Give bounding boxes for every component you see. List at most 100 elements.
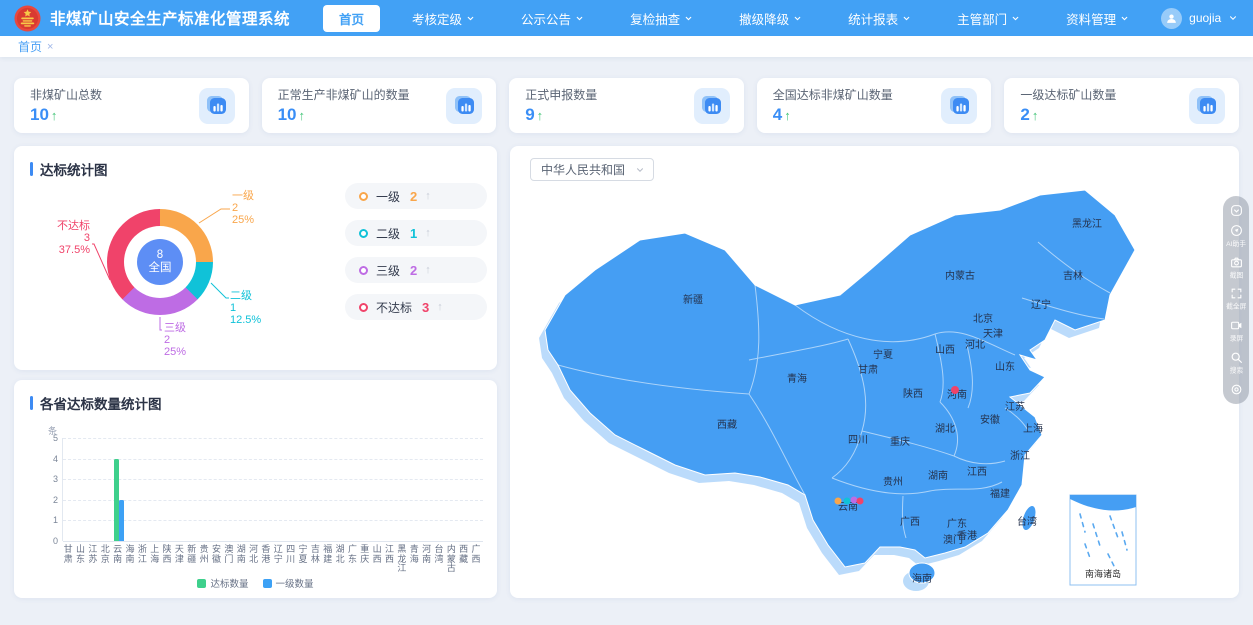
x-tick-label: 广西 bbox=[470, 545, 482, 574]
settings-icon bbox=[1230, 383, 1243, 396]
tab-close-icon[interactable]: × bbox=[47, 41, 53, 53]
map-label-province[interactable]: 天津 bbox=[983, 328, 1003, 340]
bar-legend-item-1[interactable]: 一级数量 bbox=[263, 576, 314, 590]
x-tick-label: 香港 bbox=[260, 545, 272, 574]
toolbar-item-AI助手[interactable]: AI助手 bbox=[1225, 224, 1247, 249]
map-label-province[interactable]: 贵州 bbox=[883, 475, 903, 488]
up-arrow-icon: ↑ bbox=[299, 108, 306, 123]
y-tick-label: 1 bbox=[40, 515, 58, 525]
nav-item-4[interactable]: 撤级降级 bbox=[725, 0, 816, 36]
national-emblem-logo bbox=[14, 5, 41, 32]
search-icon bbox=[1230, 351, 1243, 364]
toolbar-item-label: AI助手 bbox=[1226, 238, 1246, 248]
nav-item-label: 首页 bbox=[339, 9, 364, 28]
user-menu-chevron-icon[interactable] bbox=[1228, 13, 1238, 23]
map-label-province[interactable]: 陕西 bbox=[903, 387, 923, 400]
stat-icon-box bbox=[941, 88, 977, 124]
stat-card-2: 正式申报数量9↑ bbox=[509, 78, 744, 133]
china-map-card: 中华人民共和国 bbox=[510, 146, 1239, 598]
map-label-province[interactable]: 山东 bbox=[995, 360, 1015, 373]
x-tick-label: 天津 bbox=[173, 545, 185, 574]
legend-pill-0[interactable]: 一级2↑ bbox=[345, 183, 487, 209]
map-label-province[interactable]: 香港 bbox=[957, 530, 977, 542]
x-tick-label: 台湾 bbox=[433, 545, 445, 574]
nav-item-label: 公示公告 bbox=[521, 9, 571, 28]
toolbar-item-截全屏[interactable]: 截全屏 bbox=[1225, 287, 1248, 312]
map-label-province[interactable]: 青海 bbox=[787, 372, 807, 385]
stat-label: 正式申报数量 bbox=[525, 86, 597, 103]
nav-item-5[interactable]: 统计报表 bbox=[834, 0, 925, 36]
legend-pill-3[interactable]: 不达标3↑ bbox=[345, 294, 487, 320]
map-label-province[interactable]: 西藏 bbox=[717, 419, 737, 431]
map-label-province[interactable]: 北京 bbox=[973, 312, 993, 325]
legend-value: 2 bbox=[410, 263, 417, 278]
x-tick-label: 澳门 bbox=[223, 545, 235, 574]
mine-marker[interactable] bbox=[835, 498, 842, 505]
mine-marker[interactable] bbox=[857, 498, 864, 505]
map-label-province[interactable]: 福建 bbox=[990, 487, 1010, 500]
mine-marker[interactable] bbox=[844, 498, 851, 505]
x-tick-label: 河南 bbox=[420, 545, 432, 574]
map-label-province[interactable]: 浙江 bbox=[1010, 450, 1030, 462]
stat-value: 4 bbox=[773, 105, 782, 124]
fullscreen-capture-icon bbox=[1230, 287, 1243, 300]
china-map[interactable]: 南海诸岛 新疆西藏青海甘肃宁夏陕西山西河北北京天津山东河南江苏上海安徽湖北重庆四… bbox=[510, 146, 1239, 598]
map-label-province[interactable]: 广西 bbox=[900, 516, 920, 528]
map-label-province[interactable]: 上海 bbox=[1023, 422, 1043, 435]
map-label-province[interactable]: 内蒙古 bbox=[945, 269, 975, 282]
x-tick-label: 辽宁 bbox=[272, 545, 284, 574]
stat-icon-box bbox=[694, 88, 730, 124]
nav-item-7[interactable]: 资料管理 bbox=[1052, 0, 1143, 36]
nav-item-2[interactable]: 公示公告 bbox=[507, 0, 598, 36]
map-label-province[interactable]: 海南 bbox=[912, 572, 932, 585]
x-tick-label: 江苏 bbox=[87, 545, 99, 574]
nav-item-3[interactable]: 复检抽查 bbox=[616, 0, 707, 36]
map-label-province[interactable]: 黑龙江 bbox=[1072, 217, 1102, 230]
map-label-province[interactable]: 河北 bbox=[965, 339, 985, 351]
toolbar-item-截图[interactable]: 截图 bbox=[1229, 256, 1244, 281]
stat-icon-box bbox=[199, 88, 235, 124]
username[interactable]: guojia bbox=[1189, 11, 1221, 25]
nav-item-6[interactable]: 主管部门 bbox=[943, 0, 1034, 36]
map-label-province[interactable]: 广东 bbox=[947, 517, 967, 530]
bar-legend-item-0[interactable]: 达标数量 bbox=[197, 576, 248, 590]
map-label-province[interactable]: 新疆 bbox=[683, 293, 703, 306]
legend-pill-2[interactable]: 三级2↑ bbox=[345, 257, 487, 283]
legend-up-arrow-icon: ↑ bbox=[425, 264, 431, 276]
bar-达标数量-云南[interactable] bbox=[114, 459, 119, 541]
legend-pill-1[interactable]: 二级1↑ bbox=[345, 220, 487, 246]
map-label-province[interactable]: 山西 bbox=[935, 344, 955, 356]
map-label-province[interactable]: 江苏 bbox=[1005, 400, 1025, 413]
stat-value: 9 bbox=[525, 105, 534, 124]
south-china-sea-inset: 南海诸岛 bbox=[1070, 495, 1136, 585]
map-label-province[interactable]: 湖南 bbox=[928, 469, 948, 482]
map-label-province[interactable]: 重庆 bbox=[890, 435, 910, 448]
map-label-province[interactable]: 安徽 bbox=[980, 413, 1000, 426]
map-label-province[interactable]: 甘肃 bbox=[858, 363, 878, 376]
bar-一级数量-云南[interactable] bbox=[119, 500, 124, 541]
x-tick-label: 湖北 bbox=[334, 545, 346, 574]
region-select[interactable]: 中华人民共和国 bbox=[530, 158, 654, 181]
mine-marker[interactable] bbox=[851, 497, 858, 504]
legend-up-arrow-icon: ↑ bbox=[425, 227, 431, 239]
map-label-province[interactable]: 湖北 bbox=[935, 423, 955, 435]
map-landmass[interactable] bbox=[545, 190, 1135, 583]
tab-home[interactable]: 首页 × bbox=[18, 38, 53, 55]
map-label-province[interactable]: 江西 bbox=[967, 466, 987, 478]
chevron-down-icon bbox=[793, 14, 802, 23]
user-avatar[interactable] bbox=[1161, 8, 1182, 29]
toolbar-item-rings[interactable] bbox=[1230, 383, 1243, 396]
donut-chart: 8 全国 一级225% 二级112.5% 三级225% 不达标337.5% bbox=[14, 180, 344, 370]
nav-item-1[interactable]: 考核定级 bbox=[398, 0, 489, 36]
nav-item-0[interactable]: 首页 bbox=[323, 5, 380, 32]
map-label-province[interactable]: 四川 bbox=[848, 435, 868, 446]
map-label-province[interactable]: 辽宁 bbox=[1031, 298, 1051, 311]
map-label-province[interactable]: 宁夏 bbox=[873, 348, 893, 361]
toolbar-item-collapse[interactable] bbox=[1230, 204, 1243, 217]
map-label-province[interactable]: 台湾 bbox=[1017, 515, 1037, 528]
mine-marker[interactable] bbox=[951, 386, 959, 394]
stat-card-0: 非煤矿山总数10↑ bbox=[14, 78, 249, 133]
map-label-province[interactable]: 吉林 bbox=[1063, 269, 1083, 282]
toolbar-item-搜索[interactable]: 搜索 bbox=[1229, 351, 1244, 376]
toolbar-item-录屏[interactable]: 录屏 bbox=[1229, 319, 1244, 344]
